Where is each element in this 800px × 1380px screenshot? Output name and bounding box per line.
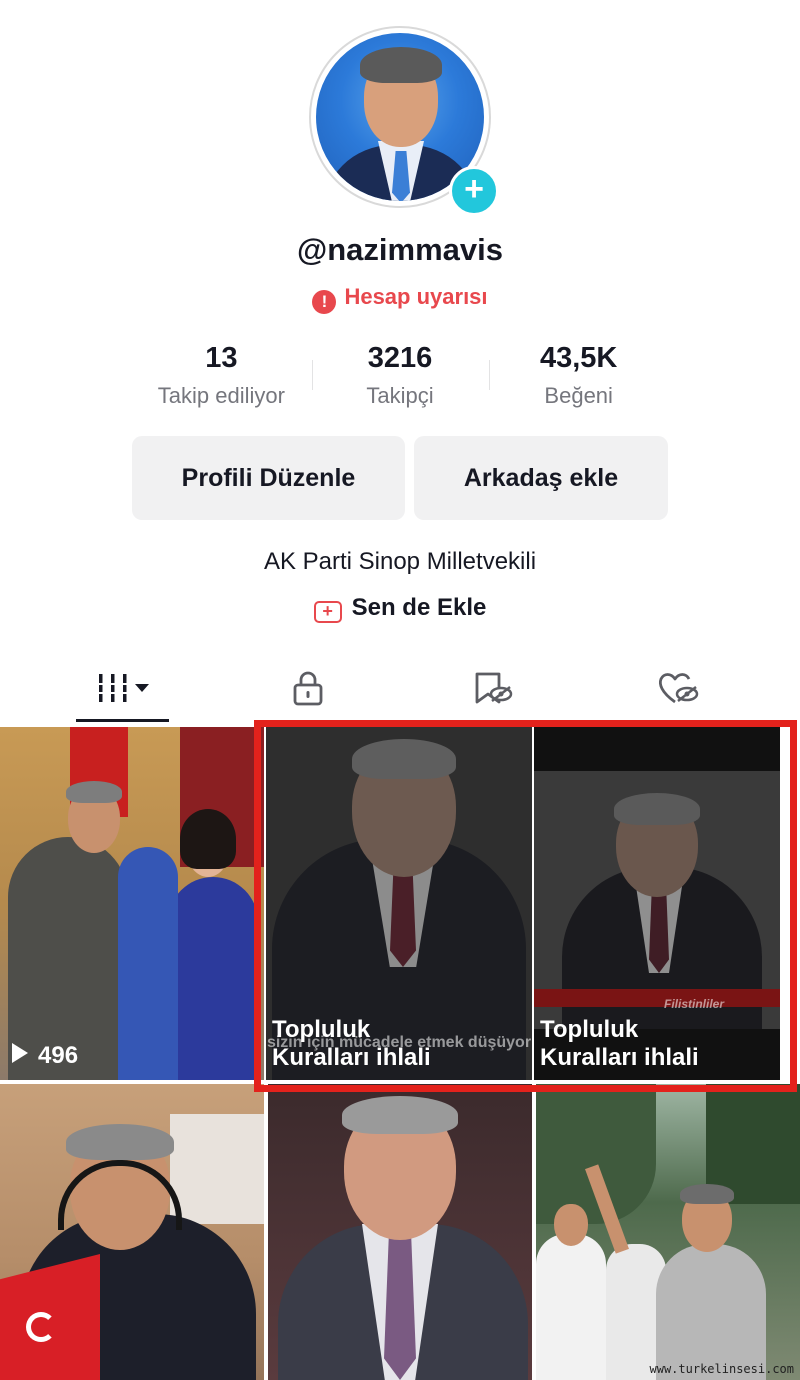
tab-reposts[interactable] <box>452 656 532 720</box>
add-friend-button[interactable]: Arkadaş ekle <box>414 436 668 520</box>
stat-following[interactable]: 13 Takip ediliyor <box>132 342 311 418</box>
view-count-value: 496 <box>38 1042 79 1069</box>
violation-label: Topluluk Kuralları ihlali <box>272 1016 431 1071</box>
edit-profile-button[interactable]: Profili Düzenle <box>132 436 405 520</box>
hidden-favorites-icon <box>475 672 513 704</box>
following-count: 13 <box>205 342 238 374</box>
followers-label: Takipçi <box>366 383 434 408</box>
active-tab-indicator <box>76 719 169 722</box>
add-yours-label: Sen de Ekle <box>351 594 487 621</box>
violation-label: Topluluk Kuralları ihlali <box>540 1016 699 1071</box>
stat-divider <box>489 360 490 390</box>
video-thumbnail[interactable] <box>0 1084 264 1380</box>
watermark: www.turkelinsesi.com <box>649 1362 795 1376</box>
view-count: 496 <box>12 1042 78 1070</box>
video-thumbnail-violation[interactable]: Filistinliler Topluluk Kuralları ihlali <box>534 727 780 1080</box>
video-grid: 496 sizin için mücadele etmek düşüyor To… <box>0 727 800 1380</box>
account-warning[interactable]: ! Hesap uyarısı <box>0 284 800 314</box>
video-thumbnail[interactable]: 496 <box>0 727 264 1080</box>
hidden-heart-icon <box>658 673 699 704</box>
video-thumbnail[interactable] <box>268 1084 532 1380</box>
exclamation-icon: ! <box>312 290 337 314</box>
stat-followers[interactable]: 3216 Takipçi <box>311 342 490 418</box>
likes-label: Beğeni <box>544 383 613 408</box>
tab-liked[interactable] <box>638 656 718 720</box>
video-caption: Filistinliler <box>663 997 724 1011</box>
profile-bio: AK Parti Sinop Milletvekili <box>263 548 537 575</box>
followers-count: 3216 <box>367 342 433 374</box>
video-thumbnail-violation[interactable]: sizin için mücadele etmek düşüyor Toplul… <box>266 727 532 1080</box>
stat-divider <box>312 360 313 390</box>
username: @nazimmavis <box>297 232 503 267</box>
profile-stats: 13 Takip ediliyor 3216 Takipçi 43,5K Beğ… <box>132 342 668 418</box>
tab-videos[interactable] <box>76 656 169 720</box>
stat-likes[interactable]: 43,5K Beğeni <box>489 342 668 418</box>
likes-count: 43,5K <box>539 342 618 374</box>
video-thumbnail[interactable]: www.turkelinsesi.com <box>536 1084 800 1380</box>
tab-private[interactable] <box>268 656 348 720</box>
add-avatar-plus-icon[interactable]: + <box>449 166 499 216</box>
add-yours-icon: + <box>313 601 342 623</box>
play-icon <box>12 1043 28 1063</box>
lock-icon <box>293 671 323 706</box>
account-warning-label: Hesap uyarısı <box>344 284 488 309</box>
profile-tabs <box>0 656 800 724</box>
add-yours-link[interactable]: + Sen de Ekle <box>0 594 800 623</box>
following-label: Takip ediliyor <box>157 383 285 408</box>
grid-icon <box>98 674 149 702</box>
